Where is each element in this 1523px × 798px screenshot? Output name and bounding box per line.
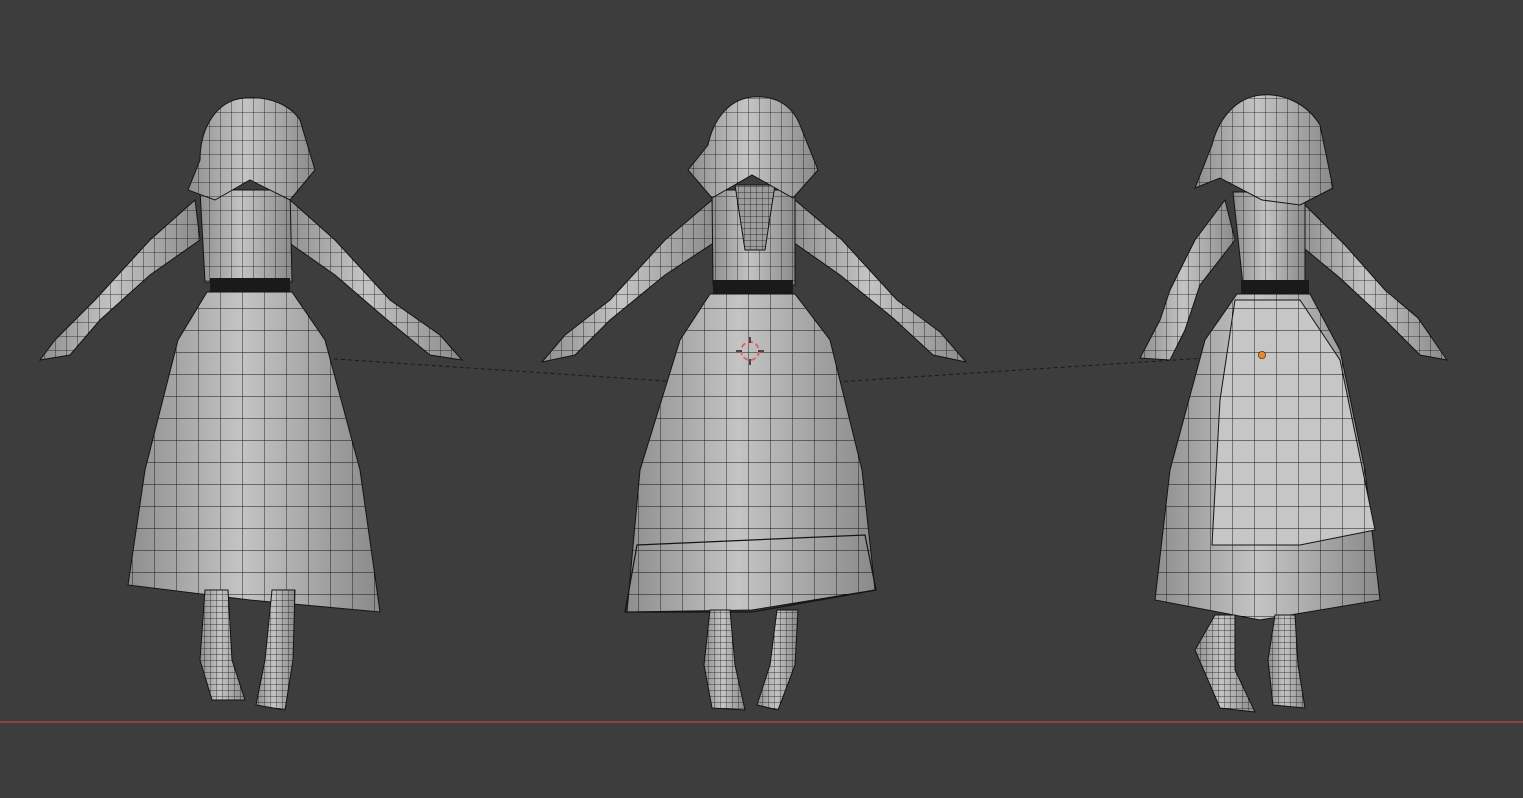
viewport-canvas[interactable] bbox=[0, 0, 1523, 798]
object-origin-icon[interactable] bbox=[1258, 350, 1267, 359]
character-back-view[interactable] bbox=[38, 97, 464, 711]
3d-viewport[interactable] bbox=[0, 0, 1523, 798]
character-three-quarter-view[interactable] bbox=[1139, 94, 1449, 713]
character-front-view[interactable] bbox=[540, 96, 968, 711]
